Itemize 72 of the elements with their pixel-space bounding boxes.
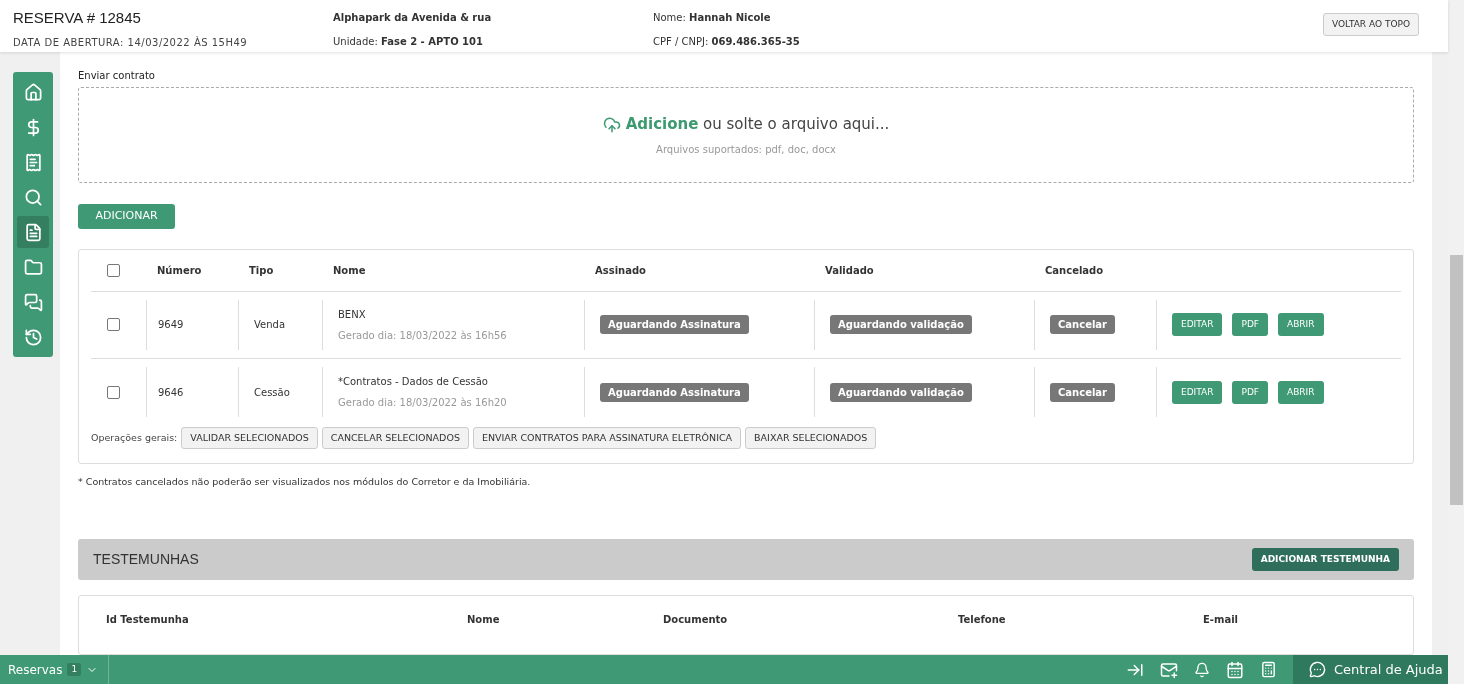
status-badge: Aguardando Assinatura [600,315,749,335]
supported-formats: Arquivos suportados: pdf, doc, docx [656,142,836,157]
opening-date: DATA DE ABERTURA: 14/03/2022 ÀS 15H49 [13,35,249,50]
home-icon [23,82,43,102]
status-badge: Aguardando validação [830,382,972,402]
status-badge: Aguardando validação [830,315,972,335]
table-cell-text: Venda [254,318,286,333]
column-header: E-mail [1203,613,1239,627]
bulk-action-button[interactable]: CANCELAR SELECIONADOS [321,426,469,449]
action-button[interactable]: ABRIR [1278,380,1324,404]
calculator-icon[interactable] [1260,661,1277,678]
bell-icon[interactable] [1194,661,1210,678]
column-header: Validado [824,263,875,278]
column-header: Nome [467,613,501,627]
action-button[interactable]: EDITAR [1172,380,1223,404]
column-header: Id Testemunha [106,613,190,627]
sidebar-item[interactable] [17,216,49,248]
column-header: Cancelado [1044,263,1105,278]
table-cell-text: Cessão [254,385,290,400]
bulk-action-button[interactable]: ENVIAR CONTRATOS PARA ASSINATURA ELETRÔNICA [472,426,742,449]
table-cell-text: 9646 [158,385,184,400]
column-header: Documento [663,613,729,627]
footnote: * Contratos cancelados não poderão ser visualizados nos módulos do Corretor e da Imobiliária. [78,474,532,489]
generated-date: Gerado dia: 18/03/2022 às 16h20 [338,396,508,411]
project-name: Alphapark da Avenida & rua [333,11,493,25]
drop-prompt: Adicione ou solte o arquivo aqui... [625,114,890,136]
receipt-icon [23,152,43,172]
action-button[interactable]: PDF [1232,380,1269,404]
contract-name: BENX [338,307,367,322]
chat-icon [23,292,43,312]
folder-icon [23,257,43,277]
help-center-button[interactable]: Central de Ajuda [1293,655,1448,684]
history-icon [23,327,43,347]
envelope-icon[interactable] [1160,660,1178,679]
calendar-icon[interactable] [1226,660,1244,679]
search-icon [23,187,43,207]
add-button[interactable]: ADICIONAR [78,204,175,229]
action-button[interactable]: PDF [1232,313,1269,337]
drop-zone[interactable]: Adicione ou solte o arquivo aqui... Arquivos suportados: pdf, doc, docx [78,87,1414,184]
checkbox[interactable] [107,318,120,332]
unit-label: Unidade: Fase 2 - APTO 101 [333,35,484,49]
status-badge: Aguardando Assinatura [600,382,749,402]
action-button[interactable]: EDITAR [1172,313,1223,337]
action-button[interactable]: ABRIR [1278,313,1324,337]
scrollbar-thumb[interactable] [1449,255,1463,505]
table-cell-text: 9649 [158,318,184,333]
bulk-action-button[interactable]: VALIDAR SELECIONADOS [181,426,318,449]
back-to-top-button[interactable]: VOLTAR AO TOPO [1323,13,1419,36]
upload-label: Enviar contrato [78,69,156,83]
column-header: Nome [332,263,367,278]
client-document: CPF / CNPJ: 069.486.365-35 [653,35,801,49]
checkbox[interactable] [107,385,120,399]
cancel-button[interactable]: Cancelar [1050,315,1116,335]
chat-bubble-icon [1309,661,1326,678]
column-header: Assinado [594,263,647,278]
reservation-title: RESERVA # 12845 [13,8,142,28]
client-name: Nome: Hannah Nicole [653,11,772,25]
reservations-count: 1 [67,662,82,677]
generated-date: Gerado dia: 18/03/2022 às 16h56 [338,328,508,343]
upload-icon [602,115,621,134]
bulk-action-button[interactable]: BAIXAR SELECIONADOS [745,426,877,449]
witnesses-title: TESTEMUNHAS [93,550,199,569]
cancel-button[interactable]: Cancelar [1050,382,1116,402]
contract-name: *Contratos - Dados de Cessão [338,375,489,390]
column-header: Número [156,263,203,278]
operations-label: Operações gerais: [91,430,178,445]
column-header: Telefone [958,613,1007,627]
column-header: Tipo [248,263,275,278]
add-witness-button[interactable]: ADICIONAR TESTEMUNHA [1251,548,1399,571]
checkbox[interactable] [107,263,120,277]
document-icon [23,222,43,242]
reservations-label: Reservas [8,661,63,679]
